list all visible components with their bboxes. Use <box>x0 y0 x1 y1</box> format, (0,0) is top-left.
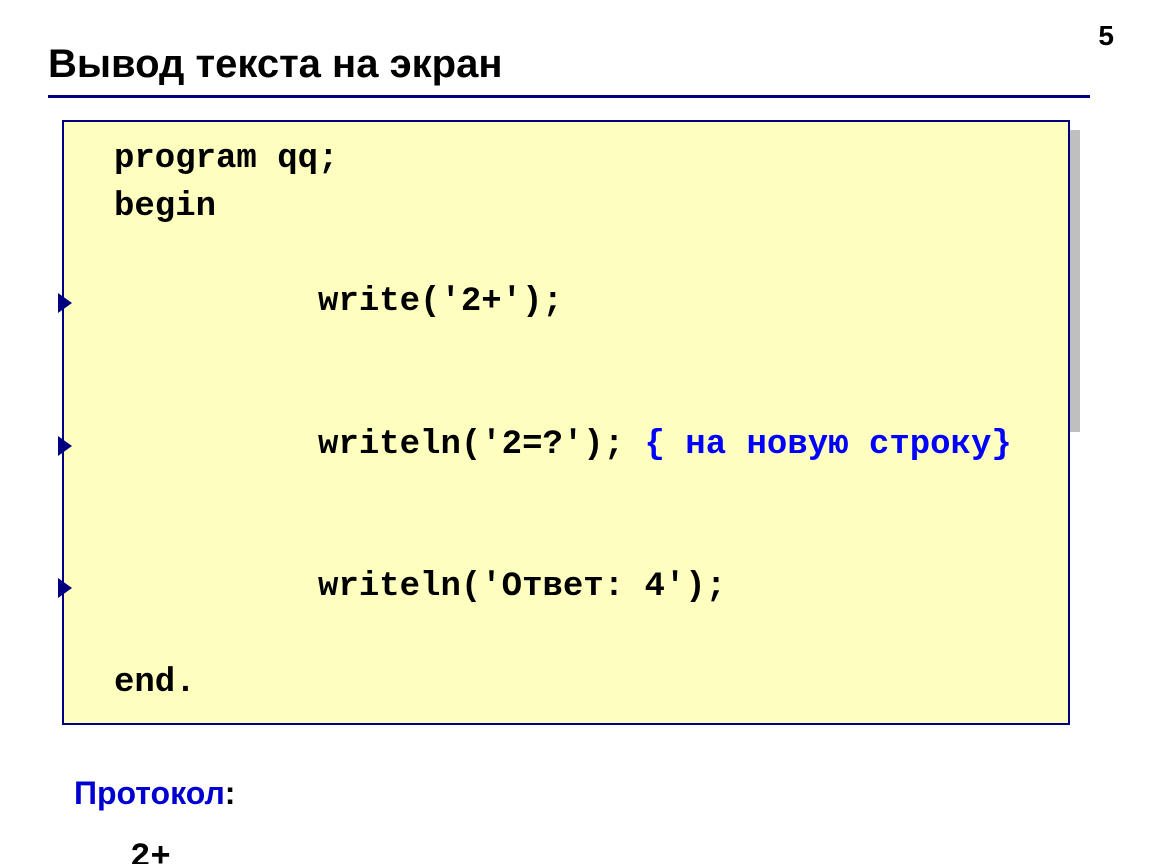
output-line: 2+ <box>130 830 1090 864</box>
code-line: writeln('Ответ: 4'); <box>114 517 1048 660</box>
title-underline <box>48 95 1090 98</box>
code-line: end. <box>114 660 1048 708</box>
code-box: program qq; begin write('2+'); writeln('… <box>62 120 1070 725</box>
slide: 5 Вывод текста на экран program qq; begi… <box>0 0 1150 864</box>
code-comment: { на новую строку} <box>645 426 1012 464</box>
code-line: writeln('2=?'); { на новую строку} <box>114 374 1048 517</box>
code-text: writeln('Ответ: 4'); <box>277 568 726 606</box>
code-block: program qq; begin write('2+'); writeln('… <box>62 120 1090 725</box>
bullet-marker-icon <box>58 436 72 456</box>
protocol-label: Протокол: <box>74 775 235 811</box>
protocol-colon: : <box>225 775 236 811</box>
bullet-marker-icon <box>58 293 72 313</box>
protocol-output: 2+ Ответ: 4 <box>130 830 1090 864</box>
code-line: begin <box>114 184 1048 232</box>
code-line: program qq; <box>114 136 1048 184</box>
protocol-label-text: Протокол <box>74 775 225 811</box>
protocol-section: Протокол: 2+ Ответ: 4 <box>74 775 1090 864</box>
bullet-marker-icon <box>58 578 72 598</box>
code-text: write('2+'); <box>277 283 563 321</box>
code-line: write('2+'); <box>114 231 1048 374</box>
page-number: 5 <box>1098 20 1114 52</box>
slide-title: Вывод текста на экран <box>48 42 1090 87</box>
code-text: writeln('2=?'); <box>277 426 644 464</box>
